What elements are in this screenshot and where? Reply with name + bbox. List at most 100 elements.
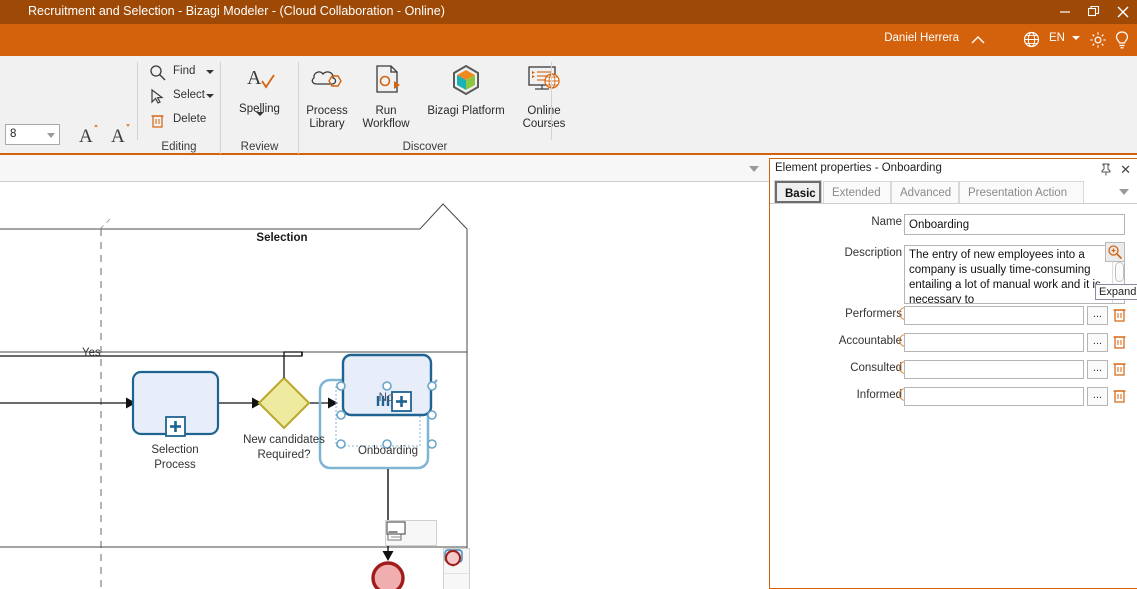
online-courses-label-2: Courses xyxy=(522,118,566,130)
gear-icon[interactable] xyxy=(1089,31,1107,54)
ribbon-group-review: A Spelling Review xyxy=(222,56,297,155)
chevron-down-icon[interactable] xyxy=(255,112,264,133)
delete-button[interactable]: Delete xyxy=(149,110,219,132)
diagram-canvas[interactable]: Selection Yes Selection Process New cand… xyxy=(0,182,769,589)
consulted-label: Consulted xyxy=(850,362,902,374)
application-window: Recruitment and Selection - Bizagi Model… xyxy=(0,0,1137,589)
cursor-select-icon xyxy=(151,88,164,104)
accountable-label: Accountable xyxy=(838,335,902,347)
run-workflow-label-2: Workflow xyxy=(362,118,410,130)
user-name[interactable]: Daniel Herrera xyxy=(884,32,959,44)
ribbon-group-discover: Process Library Run Workflow Bizagi Plat… xyxy=(300,56,565,155)
online-courses-button[interactable]: Online Courses xyxy=(514,64,574,131)
ribbon-toolbar: 8 A A A xyxy=(0,56,1137,179)
consulted-input[interactable] xyxy=(904,360,1084,379)
task-selection-process-label-2: Process xyxy=(154,459,196,471)
informed-input[interactable] xyxy=(904,387,1084,406)
consulted-browse-button[interactable]: ... xyxy=(1087,360,1108,379)
gateway-label-1: New candidates xyxy=(243,434,325,446)
chevron-down-icon[interactable] xyxy=(206,94,214,98)
name-label: Name xyxy=(871,216,902,228)
online-courses-label-1: Online xyxy=(527,105,561,117)
description-textarea[interactable]: The entry of new employees into a compan… xyxy=(904,245,1125,304)
process-library-button[interactable]: Process Library xyxy=(300,64,354,131)
flow-label-yes: Yes xyxy=(82,347,101,359)
ribbon-group-editing-label: Editing xyxy=(161,141,197,153)
performers-clear-icon[interactable] xyxy=(1111,306,1131,325)
ribbon-group-review-label: Review xyxy=(240,141,279,153)
spelling-button[interactable]: A Spelling xyxy=(222,64,297,134)
spelling-icon: A xyxy=(222,64,297,99)
delete-label: Delete xyxy=(173,113,207,125)
bizagi-platform-button[interactable]: Bizagi Platform xyxy=(418,64,514,118)
accountable-browse-button[interactable]: ... xyxy=(1087,333,1108,352)
search-icon xyxy=(150,65,166,81)
title-bar: Recruitment and Selection - Bizagi Model… xyxy=(0,0,1137,24)
grow-font-button[interactable]: A xyxy=(78,124,100,151)
element-context-toolbar[interactable] xyxy=(385,520,437,546)
run-workflow-label-1: Run xyxy=(375,105,397,117)
informed-label: Informed xyxy=(856,389,902,401)
chevron-down-icon[interactable] xyxy=(47,133,55,138)
tab-presentation-action[interactable]: Presentation Action xyxy=(959,181,1084,203)
chevron-up-icon[interactable] xyxy=(969,33,987,47)
select-label: Select xyxy=(173,89,205,101)
font-size-value: 8 xyxy=(10,128,17,140)
font-size-combo[interactable]: 8 xyxy=(5,124,60,145)
run-workflow-button[interactable]: Run Workflow xyxy=(354,64,418,131)
window-title: Recruitment and Selection - Bizagi Model… xyxy=(28,4,445,18)
close-icon[interactable] xyxy=(1108,0,1137,24)
restore-icon[interactable] xyxy=(1079,0,1108,24)
ribbon-group-discover-label: Discover xyxy=(402,141,448,153)
shrink-font-button[interactable]: A xyxy=(110,124,132,151)
account-bar: Daniel Herrera EN xyxy=(0,24,1137,56)
process-library-icon xyxy=(300,64,354,101)
shape-palette[interactable] xyxy=(443,548,470,589)
language-label[interactable]: EN xyxy=(1049,32,1065,44)
name-input[interactable] xyxy=(904,214,1125,235)
run-workflow-icon xyxy=(354,64,418,101)
informed-browse-button[interactable]: ... xyxy=(1087,387,1108,406)
accountable-input[interactable] xyxy=(904,333,1084,352)
tab-basic[interactable]: Basic xyxy=(774,180,822,204)
properties-title: Element properties - Onboarding xyxy=(775,162,942,174)
canvas-toolbar-strip xyxy=(0,155,769,182)
task-onboarding-label: Onboarding xyxy=(357,445,419,457)
tab-extended[interactable]: Extended xyxy=(823,181,891,203)
close-icon[interactable]: ✕ xyxy=(1120,162,1131,178)
gateway-label-2: Required? xyxy=(257,449,311,461)
svg-text:A: A xyxy=(79,126,93,146)
minimize-icon[interactable] xyxy=(1050,0,1079,24)
chevron-down-icon[interactable] xyxy=(1072,36,1080,40)
task-onboarding-inner-label: No xyxy=(378,392,394,404)
gateway-shape-icon[interactable] xyxy=(444,549,469,589)
description-label: Description xyxy=(844,247,902,259)
performers-input[interactable] xyxy=(904,306,1084,325)
globe-icon[interactable] xyxy=(1023,31,1040,53)
pin-icon[interactable] xyxy=(1100,163,1112,181)
find-label: Find xyxy=(173,65,196,77)
tab-advanced[interactable]: Advanced xyxy=(891,181,959,203)
consulted-clear-icon[interactable] xyxy=(1111,360,1131,379)
task-selection-process-label-1: Selection xyxy=(151,444,199,456)
performers-label: Performers xyxy=(845,308,902,320)
svg-text:A: A xyxy=(111,126,125,146)
pool-title: Selection xyxy=(256,232,308,244)
chevron-down-icon[interactable] xyxy=(206,70,214,74)
svg-text:A: A xyxy=(247,67,262,89)
trash-icon xyxy=(151,115,164,128)
bizagi-platform-icon xyxy=(418,64,514,101)
process-library-label-2: Library xyxy=(309,118,345,130)
chevron-down-icon[interactable] xyxy=(1119,189,1129,195)
scroll-thumb[interactable] xyxy=(1115,262,1124,282)
process-library-label-1: Process xyxy=(306,105,348,117)
informed-clear-icon[interactable] xyxy=(1111,387,1131,406)
expand-tooltip: Expand xyxy=(1095,284,1137,300)
expand-description-button[interactable] xyxy=(1105,242,1125,262)
accountable-clear-icon[interactable] xyxy=(1111,333,1131,352)
lightbulb-icon[interactable] xyxy=(1114,30,1130,55)
chevron-down-icon[interactable] xyxy=(749,166,759,172)
performers-browse-button[interactable]: ... xyxy=(1087,306,1108,325)
online-courses-icon xyxy=(514,64,574,101)
properties-tabs: Basic Extended Advanced Presentation Act… xyxy=(770,180,1137,204)
